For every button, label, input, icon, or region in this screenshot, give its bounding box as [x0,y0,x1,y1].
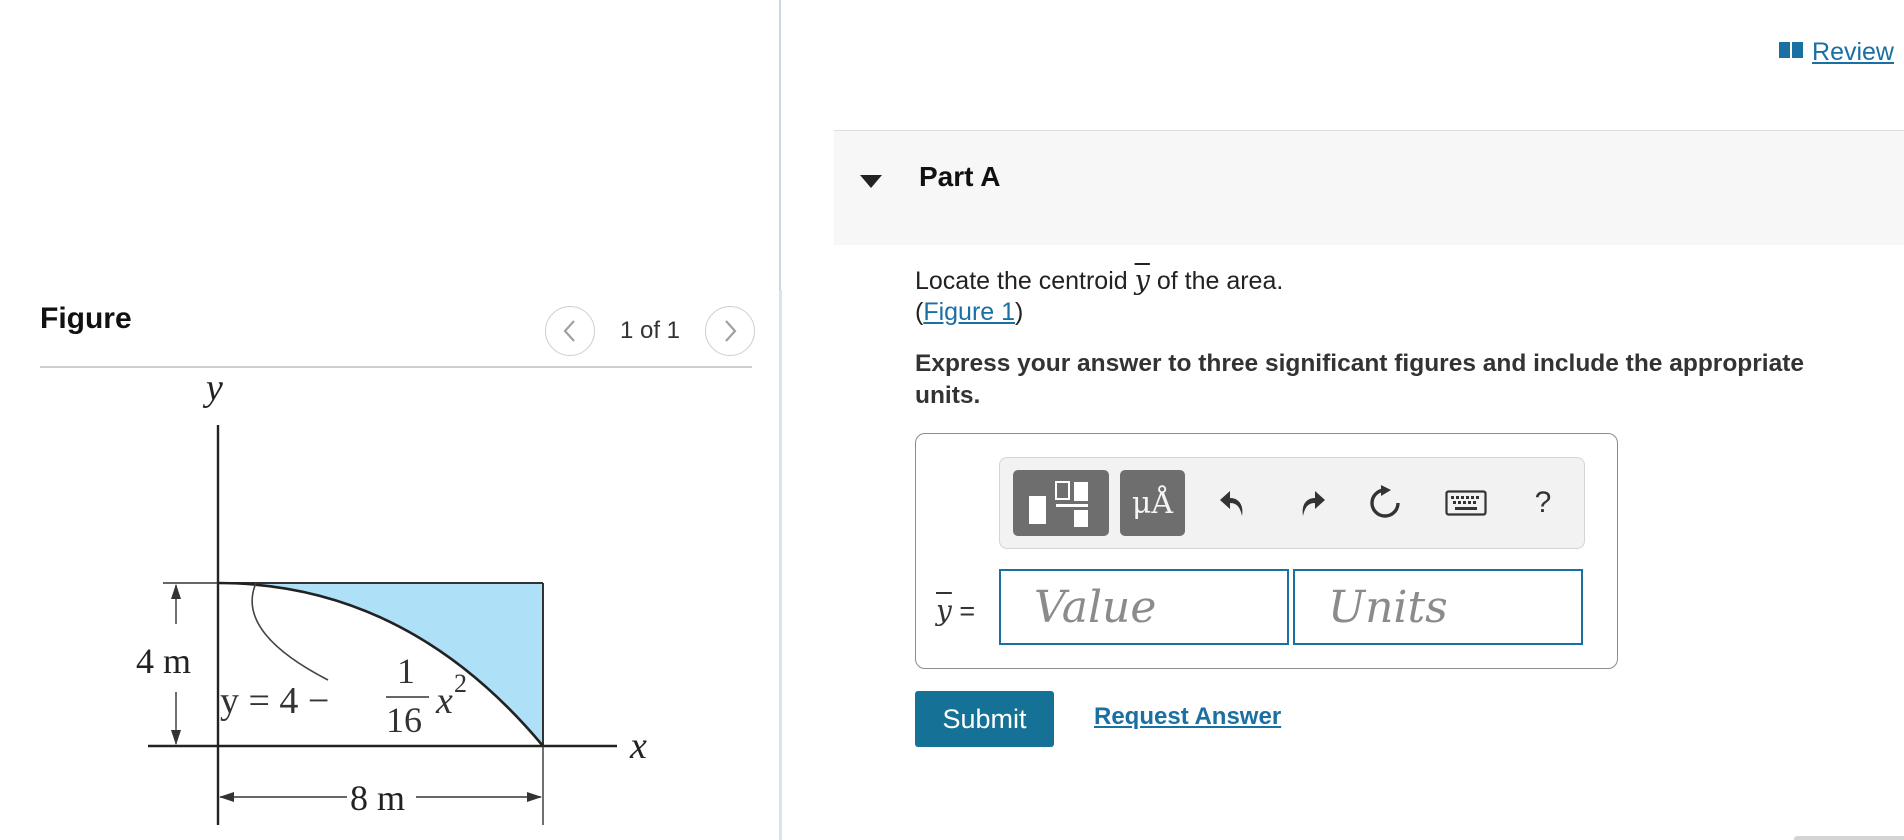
value-input[interactable] [999,569,1289,645]
keyboard-button[interactable] [1434,474,1498,532]
reset-icon [1370,485,1400,518]
part-a-header[interactable]: Part A [834,130,1904,245]
review-link[interactable]: Review [1778,38,1894,67]
figure-diagram: 4 m 8 m y x y = 4 − 1 16 x 2 [136,370,647,825]
keyboard-icon [1445,490,1487,516]
page: Figure 1 of 1 4 m 8 m y x y = 4 − 1 16 x… [0,0,1904,840]
curve-equation-numerator: 1 [397,651,415,691]
redo-button[interactable] [1282,474,1338,532]
templates-button[interactable] [1013,470,1109,536]
height-dim-arrow-up [171,584,181,599]
figure-pager: 1 of 1 [545,305,755,357]
answer-variable-label: y = [936,594,975,627]
question-suffix: of the area. [1156,267,1284,295]
answer-symbol: y [936,594,952,627]
figure-title: Figure [40,302,132,335]
help-button[interactable]: ? [1515,474,1571,532]
width-dim-arrow-right [527,792,542,802]
book-icon [1778,38,1804,67]
answer-box: μÅ ? y = Value Units [915,433,1618,669]
equation-leader [251,582,329,681]
question-prefix: Locate the centroid [915,267,1128,295]
chevron-right-icon [725,320,737,342]
units-input[interactable] [1293,569,1583,645]
scrollbar[interactable] [1794,836,1904,840]
y-axis-label: y [202,370,223,409]
submit-button[interactable]: Submit [915,691,1054,747]
figure-divider [40,366,752,368]
math-toolbar: μÅ ? [999,457,1585,549]
undo-icon [1220,491,1243,516]
chevron-left-icon [563,320,575,342]
width-dim-arrow-left [219,792,234,802]
undo-button[interactable] [1207,474,1263,532]
height-dim-arrow-down [171,730,181,745]
reset-button[interactable] [1357,474,1413,532]
panel-resize-handle[interactable] [779,290,782,840]
width-dim-label: 8 m [350,778,405,818]
curve-equation-lhs: y = 4 − [220,680,329,722]
figure-reference: (Figure 1) [915,298,1023,327]
curve-equation-denominator: 16 [386,700,422,740]
figure-panel: Figure 1 of 1 4 m 8 m y x y = 4 − 1 16 x… [0,0,780,840]
review-label: Review [1812,38,1894,66]
templates-icon [1029,481,1088,527]
figure-pager-label: 1 of 1 [619,317,681,344]
answer-equals: = [959,596,976,626]
curve-equation-exponent: 2 [454,669,467,698]
curve-equation-variable: x [435,680,453,722]
part-title: Part A [919,161,1001,192]
units-button[interactable]: μÅ [1120,470,1185,536]
figure-next-button[interactable] [705,306,755,356]
figure-ref-close: ) [1015,298,1024,326]
answer-instruction: Express your answer to three significant… [915,350,1805,409]
figure-prev-button[interactable] [545,306,595,356]
question-text: Locate the centroid y of the area. [915,265,1283,296]
redo-icon [1302,491,1325,516]
caret-down-icon[interactable] [860,175,882,188]
x-axis-label: x [629,725,647,767]
request-answer-link[interactable]: Request Answer [1094,703,1281,731]
figure-1-link[interactable]: Figure 1 [923,298,1015,326]
question-symbol: y [1134,265,1150,296]
height-dim-label: 4 m [136,641,191,681]
